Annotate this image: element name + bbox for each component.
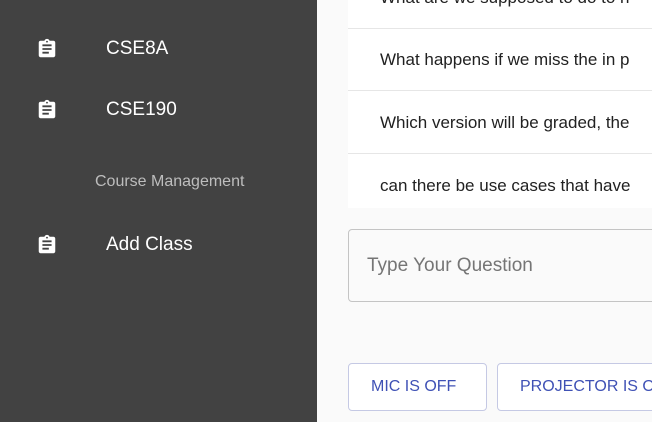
question-input[interactable] (367, 230, 652, 301)
question-text: What happens if we miss the in p (380, 50, 630, 69)
list-item[interactable]: can there be use cases that have (348, 155, 652, 208)
clipboard-icon (38, 99, 56, 119)
main-content: What are we supposed to do to n What hap… (317, 0, 652, 422)
question-text: can there be use cases that have (380, 176, 631, 195)
sidebar-item-label: CSE8A (106, 38, 169, 59)
sidebar-item-cse8a[interactable]: CSE8A (0, 27, 317, 71)
sidebar-item-add-class[interactable]: Add Class (0, 223, 317, 267)
clipboard-icon (38, 38, 56, 58)
clipboard-icon (38, 234, 56, 254)
list-item[interactable]: What are we supposed to do to n (348, 0, 652, 29)
question-input-box (348, 229, 652, 302)
mic-toggle-button[interactable]: MIC IS OFF (348, 363, 487, 411)
sidebar-item-label: Add Class (106, 234, 193, 255)
sidebar-item-cse190[interactable]: CSE190 (0, 88, 317, 132)
projector-toggle-button[interactable]: PROJECTOR IS O (497, 363, 652, 411)
question-text: What are we supposed to do to n (380, 0, 630, 29)
sidebar-item-label: CSE190 (106, 99, 177, 120)
question-text: Which version will be graded, the (380, 113, 630, 132)
list-item[interactable]: Which version will be graded, the (348, 92, 652, 154)
course-management-header: Course Management (95, 173, 245, 190)
question-list[interactable]: What are we supposed to do to n What hap… (348, 0, 652, 208)
sidebar: CSE8A CSE190 Course Management Add Class (0, 0, 317, 422)
list-item[interactable]: What happens if we miss the in p (348, 29, 652, 91)
